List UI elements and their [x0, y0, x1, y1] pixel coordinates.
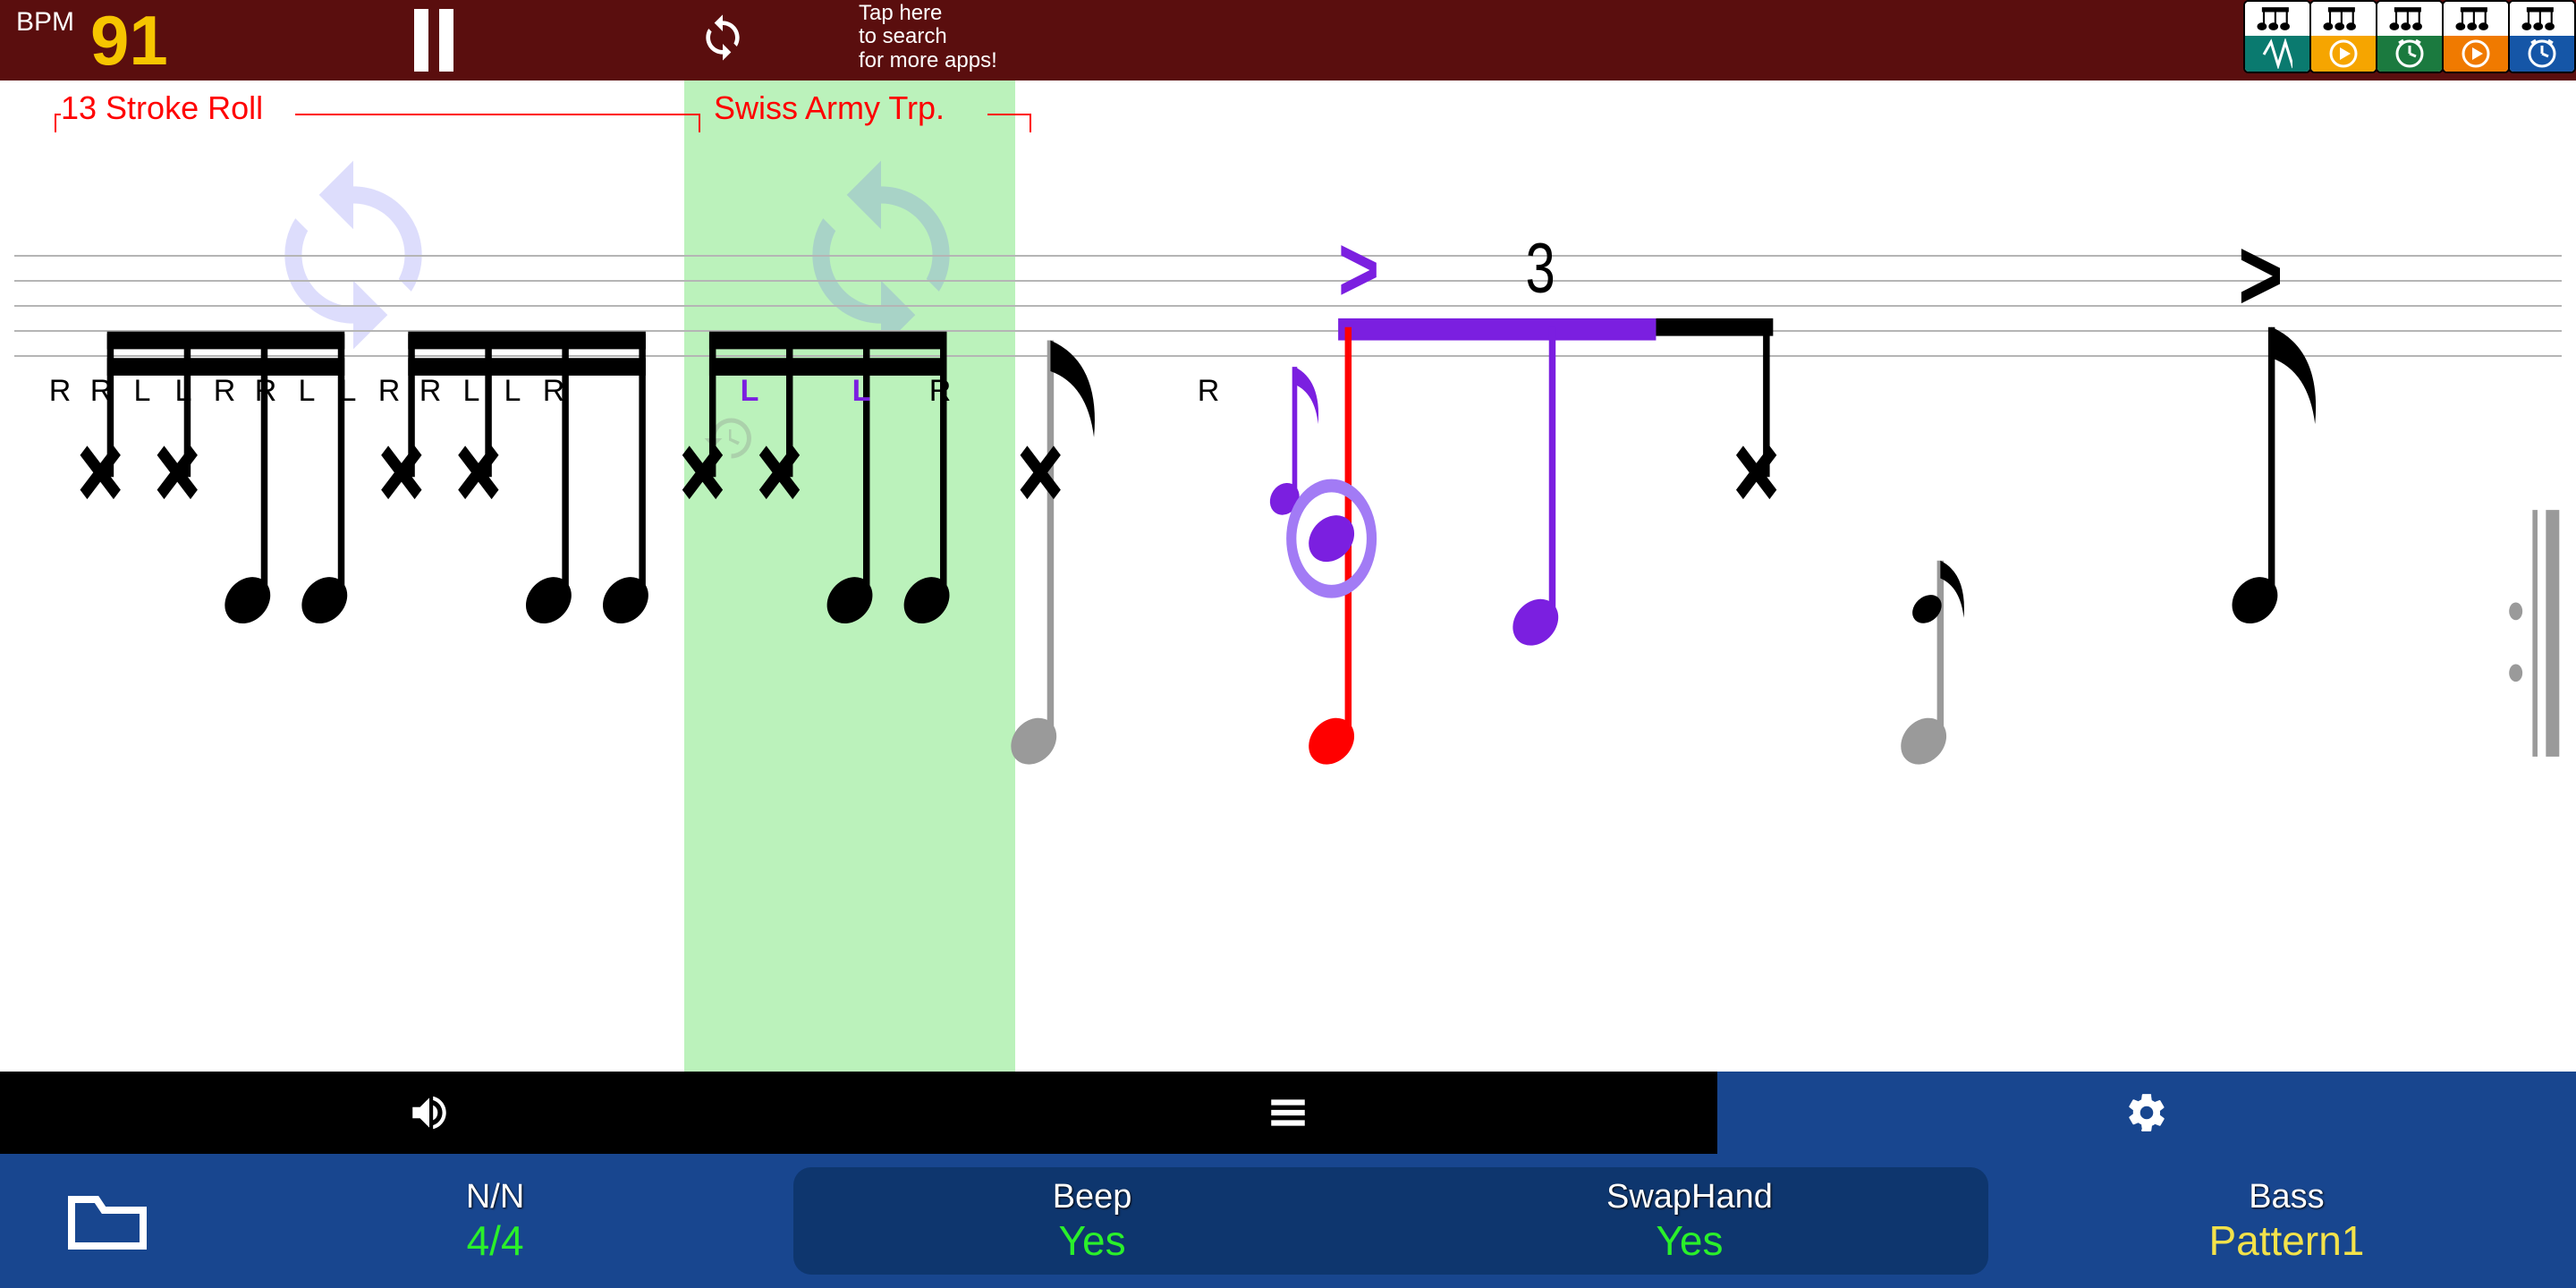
- setting-value: Pattern1: [2208, 1216, 2364, 1265]
- app-thumb[interactable]: [2442, 0, 2510, 73]
- pause-button[interactable]: [407, 9, 461, 72]
- top-bar: BPM 91 Tap here to search for more apps!: [0, 0, 2576, 80]
- setting-label: N/N: [466, 1178, 524, 1216]
- list-icon: [1266, 1090, 1310, 1135]
- app-thumb[interactable]: [2243, 0, 2311, 73]
- sticking-row-2: LLR: [696, 374, 961, 409]
- setting-swaphand[interactable]: SwapHand Yes: [1391, 1178, 1988, 1265]
- svg-text:3: 3: [1526, 228, 1555, 307]
- setting-time-signature[interactable]: N/N 4/4: [224, 1178, 767, 1265]
- bpm-area[interactable]: BPM 91: [0, 5, 168, 75]
- app-thumb[interactable]: [2309, 0, 2377, 73]
- app-thumbnails: [2245, 0, 2576, 73]
- search-text: Tap here to search for more apps!: [859, 2, 997, 72]
- setting-group: Beep Yes SwapHand Yes: [793, 1167, 1988, 1275]
- gear-icon: [2124, 1090, 2169, 1135]
- notation: > 3 >: [0, 80, 2576, 1072]
- loop-button[interactable]: [698, 13, 748, 63]
- bpm-label: BPM: [16, 7, 74, 38]
- setting-label: Bass: [2249, 1178, 2324, 1216]
- app-thumb[interactable]: [2508, 0, 2576, 73]
- setting-value: Yes: [1656, 1216, 1723, 1265]
- score-area[interactable]: 13 Stroke Roll Swiss Army Trp.: [0, 80, 2576, 1072]
- settings-strip: N/N 4/4 Beep Yes SwapHand Yes Bass Patte…: [0, 1154, 2576, 1288]
- tab-list[interactable]: [859, 1072, 1717, 1154]
- bpm-value: 91: [90, 5, 168, 75]
- setting-bass[interactable]: Bass Pattern1: [2015, 1178, 2558, 1265]
- folder-icon: [64, 1189, 150, 1253]
- sticking-row-1: RRLLRRLLRRLLR: [39, 374, 574, 409]
- setting-label: Beep: [1053, 1178, 1132, 1216]
- tab-sound[interactable]: [0, 1072, 859, 1154]
- search-more-apps[interactable]: Tap here to search for more apps!: [859, 2, 1006, 72]
- tab-row: [0, 1072, 2576, 1154]
- setting-value: 4/4: [467, 1216, 524, 1265]
- setting-value: Yes: [1059, 1216, 1126, 1265]
- sticking-row-3: R: [1188, 374, 1229, 409]
- setting-label: SwapHand: [1606, 1178, 1773, 1216]
- svg-text:>: >: [2238, 219, 2283, 332]
- tab-settings[interactable]: [1717, 1072, 2576, 1154]
- speaker-icon: [407, 1090, 452, 1135]
- app-thumb[interactable]: [2376, 0, 2444, 73]
- setting-beep[interactable]: Beep Yes: [793, 1178, 1391, 1265]
- svg-text:>: >: [1338, 218, 1379, 321]
- folder-button[interactable]: [18, 1189, 197, 1253]
